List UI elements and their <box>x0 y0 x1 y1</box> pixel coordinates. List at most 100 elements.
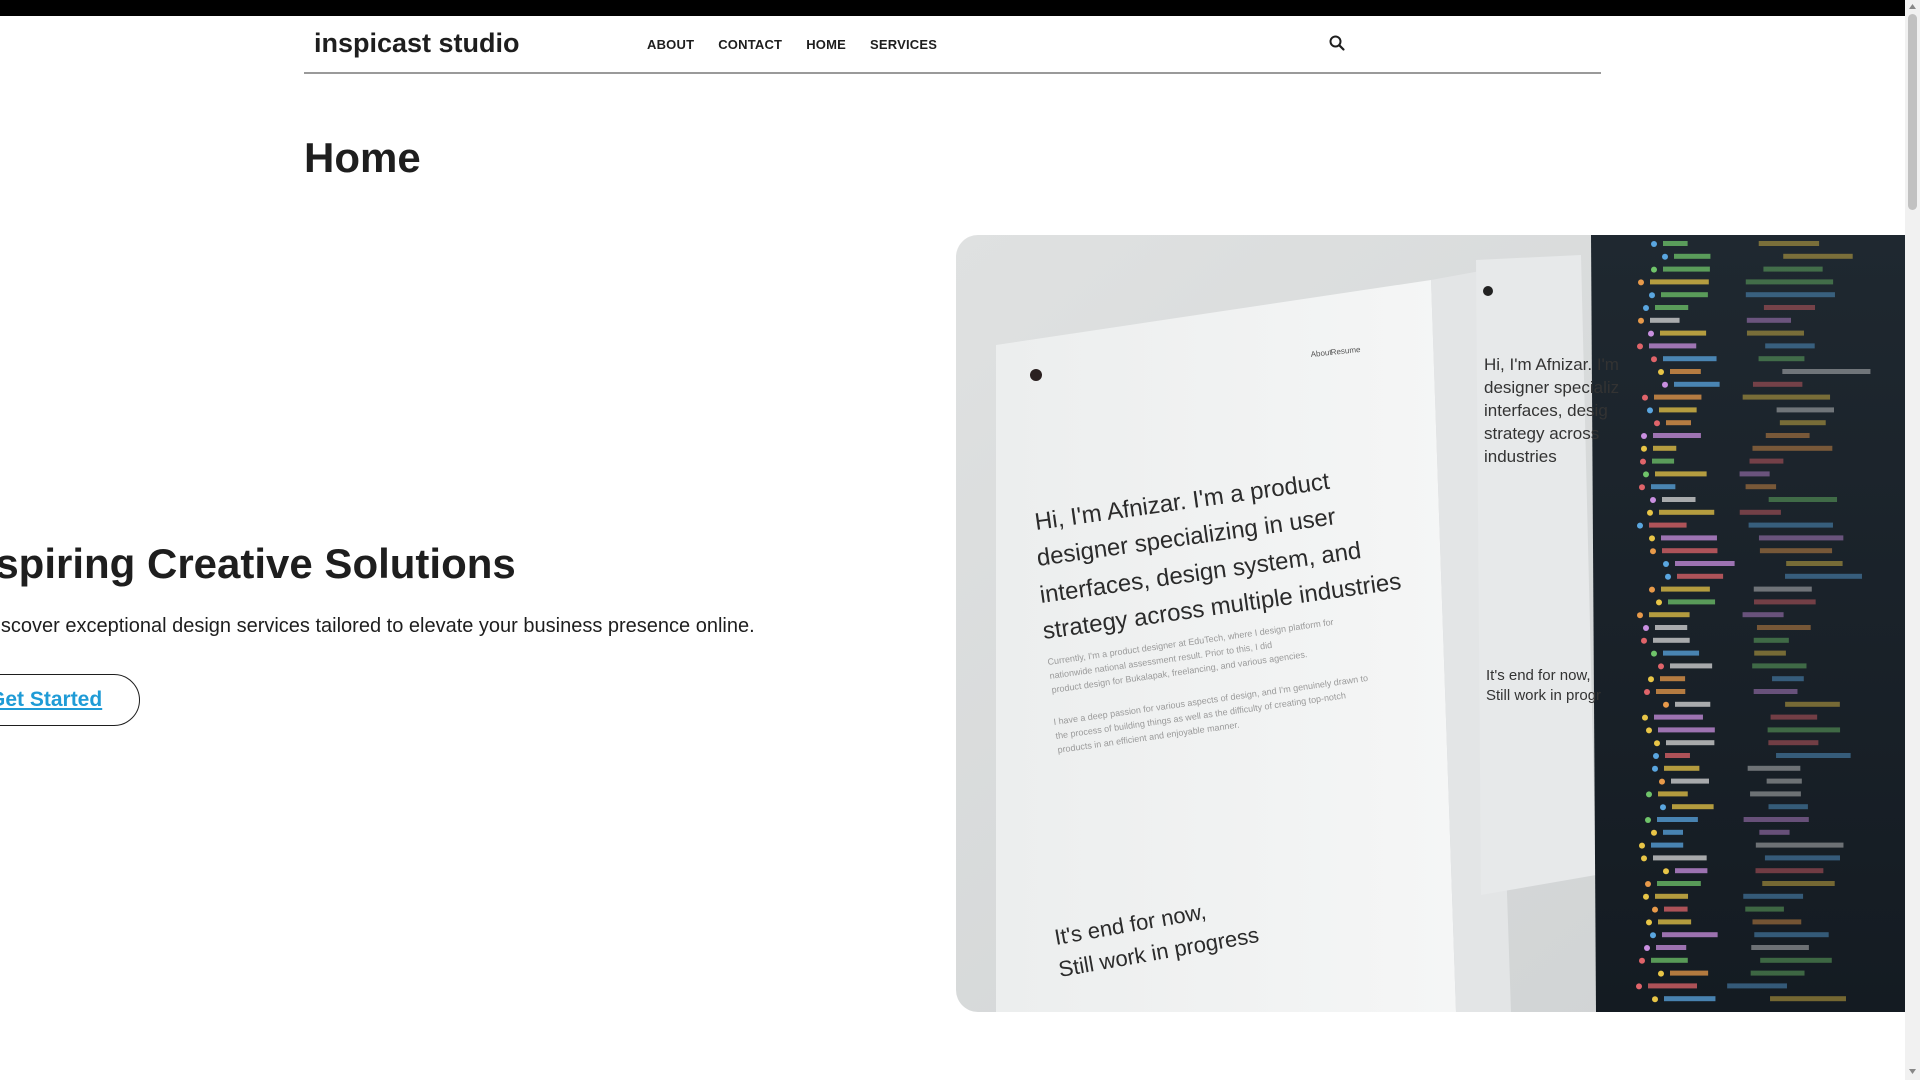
nav-item-services[interactable]: SERVICES <box>870 37 937 52</box>
code-line-segment <box>1756 625 1811 630</box>
code-line-marker <box>1637 343 1643 350</box>
code-line-marker <box>1647 509 1653 516</box>
code-line-segment <box>1747 765 1801 771</box>
code-line-segment <box>1754 932 1829 938</box>
code-line-segment <box>1659 509 1715 515</box>
code-line-marker <box>1638 279 1644 286</box>
code-line-segment <box>1653 433 1701 438</box>
search-icon[interactable] <box>1328 34 1346 52</box>
code-line-segment <box>1765 433 1810 438</box>
code-line-segment <box>1752 381 1803 387</box>
code-line-segment <box>1758 356 1805 362</box>
svg-text:industries: industries <box>1484 447 1557 466</box>
svg-text:It's end for now,: It's end for now, <box>1486 667 1591 684</box>
code-line-segment <box>1663 266 1710 272</box>
code-line-segment <box>1656 945 1687 950</box>
code-line-segment <box>1654 394 1702 400</box>
code-line-segment <box>1755 868 1824 874</box>
code-line-marker <box>1654 420 1660 427</box>
code-line-segment <box>1663 356 1717 362</box>
code-line-segment <box>1660 330 1707 336</box>
code-line-marker <box>1643 893 1649 900</box>
code-line-segment <box>1658 727 1715 733</box>
code-line-segment <box>1746 330 1804 336</box>
code-line-segment <box>1655 893 1689 899</box>
site-logo[interactable]: inspicast studio <box>314 28 520 59</box>
code-line-segment <box>1743 817 1809 822</box>
nav-item-home[interactable]: HOME <box>806 37 846 52</box>
code-line-segment <box>1652 458 1675 464</box>
code-line-segment <box>1663 829 1684 835</box>
code-line-segment <box>1742 394 1831 400</box>
svg-text:strategy across: strategy across <box>1484 424 1599 443</box>
code-line-marker <box>1638 317 1644 324</box>
code-line-segment <box>1658 791 1688 797</box>
code-line-segment <box>1664 996 1716 1002</box>
code-line-segment <box>1653 637 1690 643</box>
code-line-segment <box>1758 241 1820 246</box>
avatar-dot <box>1030 369 1042 381</box>
code-line-segment <box>1672 804 1714 810</box>
code-line-marker <box>1647 407 1653 414</box>
code-line-segment <box>1648 983 1697 989</box>
code-line-segment <box>1746 317 1791 323</box>
code-line-segment <box>1762 881 1835 886</box>
code-line-segment <box>1675 868 1708 874</box>
scrollbar-thumb[interactable] <box>1908 14 1917 210</box>
main-nav: ABOUT CONTACT HOME SERVICES <box>647 37 961 52</box>
code-line-marker <box>1651 829 1657 836</box>
code-line-segment <box>1745 484 1777 490</box>
code-line-marker <box>1644 689 1650 695</box>
code-line-marker <box>1645 817 1651 823</box>
code-line-segment <box>1663 241 1688 246</box>
get-started-button[interactable]: Get Started <box>0 674 140 726</box>
code-line-marker <box>1648 676 1654 683</box>
code-line-marker <box>1648 330 1654 337</box>
code-line-segment <box>1759 829 1790 835</box>
code-line-segment <box>1727 983 1787 989</box>
code-line-segment <box>1659 407 1697 413</box>
code-line-segment <box>1656 689 1686 694</box>
code-line-segment <box>1668 599 1716 605</box>
code-line-marker <box>1656 599 1662 606</box>
code-line-segment <box>1752 663 1807 669</box>
code-line-segment <box>1754 599 1816 605</box>
code-line-segment <box>1764 855 1840 861</box>
code-line-marker <box>1641 855 1647 862</box>
code-line-segment <box>1751 945 1809 950</box>
code-line-segment <box>1783 253 1853 259</box>
code-line-segment <box>1766 778 1802 784</box>
scroll-down-arrow-icon[interactable] <box>1908 1066 1917 1076</box>
code-line-segment <box>1749 458 1784 464</box>
code-line-marker <box>1662 253 1668 260</box>
code-line-marker <box>1663 868 1669 875</box>
page-scrollbar[interactable] <box>1905 0 1920 1080</box>
code-line-segment <box>1758 535 1844 541</box>
code-line-segment <box>1654 714 1703 720</box>
code-line-segment <box>1650 317 1680 323</box>
scroll-up-arrow-icon[interactable] <box>1908 2 1917 12</box>
code-line-marker <box>1641 445 1647 452</box>
code-line-segment <box>1785 701 1840 707</box>
code-line-segment <box>1675 561 1735 566</box>
code-line-segment <box>1745 279 1834 285</box>
svg-text:Still work in progr: Still work in progr <box>1486 687 1601 704</box>
code-line-segment <box>1767 727 1841 733</box>
code-line-marker <box>1651 266 1657 273</box>
code-line-segment <box>1662 548 1718 554</box>
code-line-segment <box>1770 714 1818 720</box>
code-line-marker <box>1658 970 1664 977</box>
nav-item-contact[interactable]: CONTACT <box>718 37 782 52</box>
code-line-segment <box>1655 625 1688 630</box>
code-line-segment <box>1776 407 1834 413</box>
code-line-segment <box>1765 343 1815 349</box>
code-line-marker <box>1665 573 1671 580</box>
code-line-segment <box>1661 292 1708 298</box>
code-line-marker <box>1653 753 1659 759</box>
code-line-marker <box>1658 369 1664 375</box>
code-line-segment <box>1670 970 1709 976</box>
svg-text:designer specializ: designer specializ <box>1484 378 1619 397</box>
hero-image: About Resume Hi, I'm Afnizar. I'm a prod… <box>956 235 1906 1012</box>
code-line-segment <box>1748 522 1833 528</box>
nav-item-about[interactable]: ABOUT <box>647 37 694 52</box>
